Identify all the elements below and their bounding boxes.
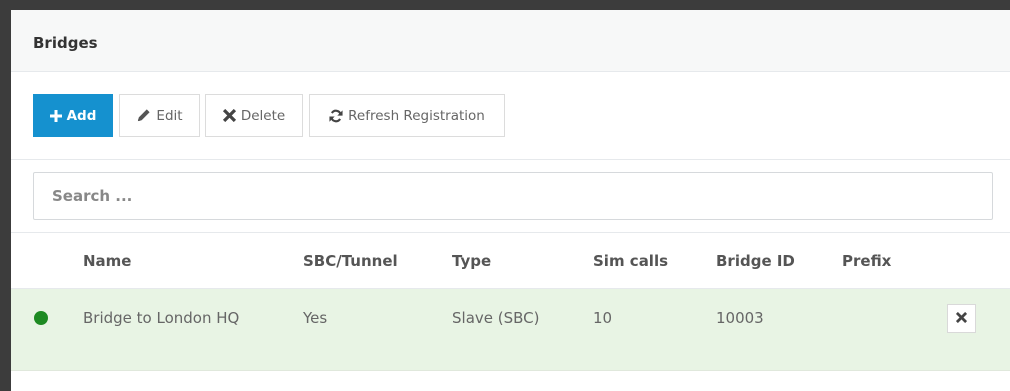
- sim-calls-cell: 10: [593, 288, 716, 371]
- actions-cell: [942, 288, 1010, 371]
- header-actions: [942, 233, 1010, 289]
- delete-button[interactable]: Delete: [205, 94, 303, 137]
- status-cell: [11, 288, 83, 371]
- header-prefix[interactable]: Prefix: [842, 233, 942, 289]
- page-title: Bridges: [33, 34, 98, 52]
- bridges-table: Name SBC/Tunnel Type Sim calls Bridge ID…: [11, 233, 1010, 371]
- table-row[interactable]: Bridge to London HQ Yes Slave (SBC) 10 1…: [11, 288, 1010, 371]
- table-header-row: Name SBC/Tunnel Type Sim calls Bridge ID…: [11, 233, 1010, 289]
- pencil-icon: [136, 108, 151, 123]
- toolbar: Add Edit Delete Refresh Registration: [11, 72, 1010, 160]
- bridge-id-cell: 10003: [716, 288, 842, 371]
- remove-row-button[interactable]: [947, 303, 976, 333]
- add-button-label: Add: [66, 107, 97, 124]
- type-cell: Slave (SBC): [452, 288, 593, 371]
- prefix-cell: [842, 288, 942, 371]
- panel-header: Bridges: [11, 10, 1010, 72]
- plus-icon: [49, 109, 62, 122]
- search-input[interactable]: [33, 172, 993, 220]
- name-cell: Bridge to London HQ: [83, 288, 303, 371]
- header-name[interactable]: Name: [83, 233, 303, 289]
- edit-button-label: Edit: [156, 107, 183, 124]
- header-type[interactable]: Type: [452, 233, 593, 289]
- refresh-button-label: Refresh Registration: [348, 107, 485, 124]
- delete-button-label: Delete: [240, 107, 286, 124]
- add-button[interactable]: Add: [33, 94, 113, 137]
- header-sbc-tunnel[interactable]: SBC/Tunnel: [303, 233, 452, 289]
- header-sim-calls[interactable]: Sim calls: [593, 233, 716, 289]
- header-bridge-id[interactable]: Bridge ID: [716, 233, 842, 289]
- bridges-panel: Bridges Add Edit Delete Refresh Registra…: [11, 10, 1010, 391]
- times-icon: [222, 109, 236, 122]
- header-status: [11, 233, 83, 289]
- times-icon: [955, 305, 968, 332]
- sbc-tunnel-cell: Yes: [303, 288, 452, 371]
- refresh-icon: [329, 109, 343, 123]
- refresh-registration-button[interactable]: Refresh Registration: [309, 94, 505, 137]
- search-area: [11, 160, 1010, 233]
- status-dot: [34, 310, 48, 325]
- edit-button[interactable]: Edit: [119, 94, 200, 137]
